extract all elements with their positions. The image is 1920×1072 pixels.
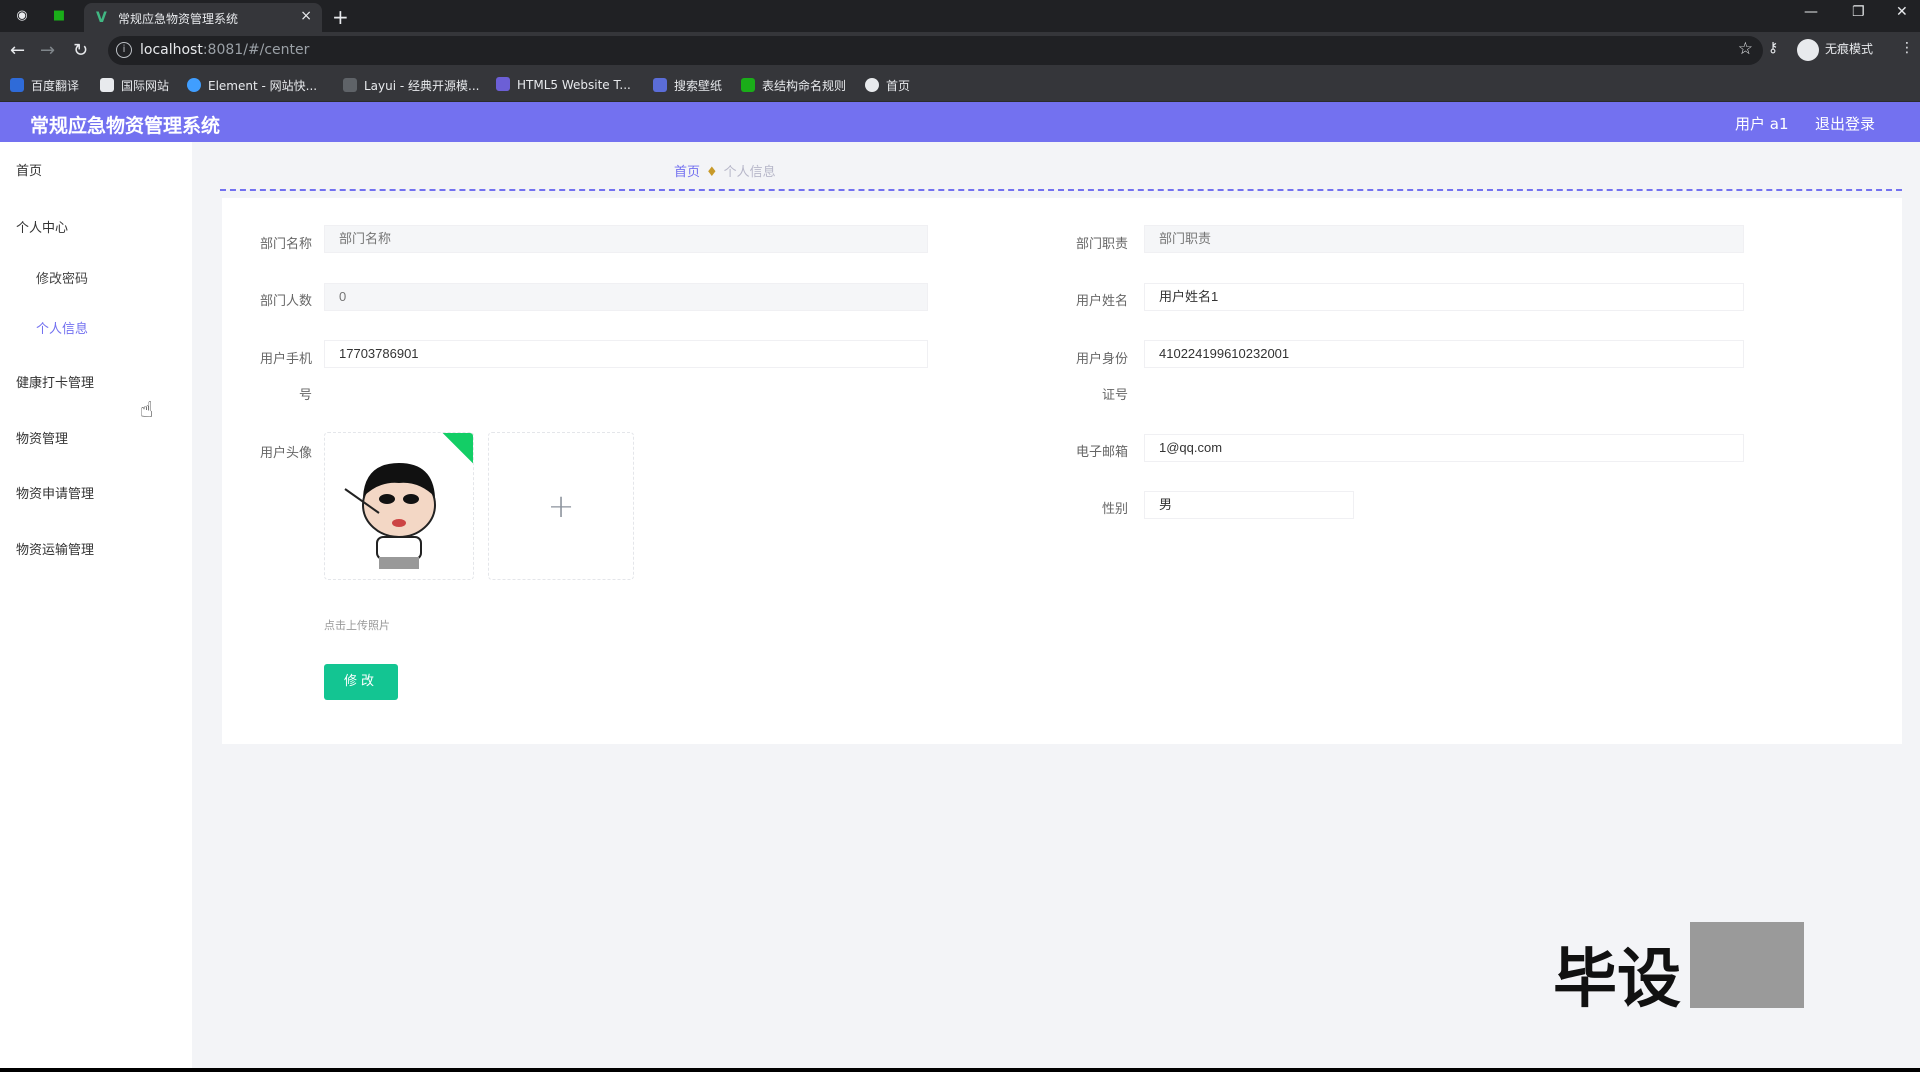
plus-icon: + [547, 487, 575, 525]
user-phone-input[interactable] [324, 340, 928, 368]
gender-select[interactable]: 男 [1144, 491, 1354, 519]
new-tab-icon[interactable]: + [332, 5, 349, 29]
user-name-input[interactable] [1144, 283, 1744, 311]
bottom-edge [0, 1068, 1920, 1072]
dept-duty-label: 部门职责 [1075, 237, 1128, 252]
breadcrumb-divider [220, 189, 1902, 191]
gender-label: 性别 [1101, 502, 1128, 517]
breadcrumb-home[interactable]: 首页 [674, 165, 700, 180]
app-header: 常规应急物资管理系统 用户 a1 退出登录 [0, 102, 1920, 142]
upload-hint: 点击上传照片 [324, 619, 390, 632]
globe-icon [865, 78, 879, 92]
avatar-upload-button[interactable]: + [488, 432, 634, 580]
sheet-icon [741, 78, 755, 92]
layui-icon [343, 78, 357, 92]
bookmark-item[interactable]: Element - 网站快... [187, 77, 317, 94]
back-icon[interactable]: ← [10, 40, 25, 61]
html5-icon [496, 77, 510, 91]
site-info-icon[interactable]: i [116, 42, 132, 58]
incognito-icon[interactable] [1797, 39, 1819, 61]
watermark-text: 毕设 [1553, 943, 1681, 1017]
bookmark-icon [10, 78, 24, 92]
email-label: 电子邮箱 [1075, 445, 1128, 460]
profile-form-card [222, 198, 1902, 744]
user-id-label: 用户身份 [1075, 352, 1128, 367]
minimize-icon[interactable]: — [1804, 4, 1818, 20]
browser-tab-strip: ◉ ■ V 常规应急物资管理系统 × + — ❐ ✕ [0, 0, 1920, 32]
bookmark-item[interactable]: 百度翻译 [10, 77, 79, 94]
avatar-image [344, 463, 436, 569]
sidebar-item-personal-center[interactable]: 个人中心 [16, 217, 68, 236]
incognito-label: 无痕模式 [1825, 42, 1874, 56]
dept-count-input[interactable] [324, 283, 928, 311]
element-icon [187, 78, 201, 92]
bookmark-item[interactable]: 搜索壁纸 [653, 77, 722, 94]
sidebar-item-supply-transport[interactable]: 物资运输管理 [16, 539, 94, 558]
window-close-icon[interactable]: ✕ [1896, 4, 1908, 20]
wallpaper-icon [653, 78, 667, 92]
sidebar: 首页 个人中心 修改密码 个人信息 健康打卡管理 物资管理 物资申请管理 物资运… [0, 142, 192, 1068]
hand-cursor-icon: ☝ [140, 398, 154, 423]
key-icon[interactable]: ⚷ [1768, 40, 1778, 56]
green-tab-icon[interactable]: ■ [50, 7, 68, 25]
dept-name-label: 部门名称 [259, 237, 312, 252]
sidebar-item-home[interactable]: 首页 [16, 160, 42, 179]
logout-link[interactable]: 退出登录 [1815, 113, 1875, 134]
avatar-preview[interactable] [324, 432, 474, 580]
url-text: localhost:8081/#/center [140, 42, 310, 58]
bookmark-item[interactable]: HTML5 Website T... [496, 77, 631, 92]
user-id-label-cont: 证号 [1101, 388, 1128, 403]
breadcrumb-separator-icon: ♦ [706, 165, 718, 180]
user-phone-label-cont: 号 [298, 388, 312, 403]
app-title: 常规应急物资管理系统 [30, 115, 221, 137]
browser-more-icon[interactable]: ⋮ [1900, 40, 1914, 56]
browser-toolbar: ← → ↻ i localhost:8081/#/center ☆ ⚷ 无痕模式… [0, 32, 1920, 69]
browser-tab-active[interactable]: V 常规应急物资管理系统 × [84, 3, 322, 32]
avatar-label: 用户头像 [259, 446, 312, 461]
sidebar-item-health-checkin[interactable]: 健康打卡管理 [16, 372, 94, 391]
dept-name-input[interactable] [324, 225, 928, 253]
user-phone-label: 用户手机 [259, 352, 312, 367]
bookmark-item[interactable]: 表结构命名规则 [741, 77, 846, 94]
sidebar-item-change-password[interactable]: 修改密码 [36, 268, 88, 287]
sidebar-item-supplies[interactable]: 物资管理 [16, 428, 68, 447]
bookmark-star-icon[interactable]: ☆ [1738, 39, 1753, 59]
restore-icon[interactable]: ❐ [1852, 4, 1865, 20]
submit-button[interactable]: 修改 [324, 664, 398, 700]
tab-title: 常规应急物资管理系统 [118, 12, 239, 26]
reload-icon[interactable]: ↻ [73, 40, 88, 61]
browser-menu-icon[interactable]: ◉ [13, 7, 31, 25]
address-bar[interactable]: i localhost:8081/#/center ☆ [108, 36, 1763, 65]
user-name-label: 用户姓名 [1075, 294, 1128, 309]
watermark-blur [1690, 922, 1804, 1008]
current-user: 用户 a1 [1735, 115, 1789, 133]
dept-duty-input[interactable] [1144, 225, 1744, 253]
tab-close-icon[interactable]: × [300, 8, 312, 24]
sidebar-item-personal-info[interactable]: 个人信息 [36, 318, 88, 337]
bookmark-item[interactable]: 首页 [865, 77, 910, 94]
email-input[interactable] [1144, 434, 1744, 462]
sidebar-item-supply-requests[interactable]: 物资申请管理 [16, 483, 94, 502]
bookmarks-bar: 百度翻译 国际网站 Element - 网站快... Layui - 经典开源模… [0, 69, 1920, 102]
forward-icon[interactable]: → [40, 40, 55, 61]
breadcrumb-current: 个人信息 [723, 165, 776, 180]
dept-count-label: 部门人数 [259, 294, 312, 309]
breadcrumb: 首页 ♦ 个人信息 [674, 161, 776, 180]
bookmark-item[interactable]: 国际网站 [100, 77, 169, 94]
vue-favicon-icon: V [96, 10, 107, 26]
flag-icon [100, 78, 114, 92]
user-id-input[interactable] [1144, 340, 1744, 368]
bookmark-item[interactable]: Layui - 经典开源模... [343, 77, 479, 94]
